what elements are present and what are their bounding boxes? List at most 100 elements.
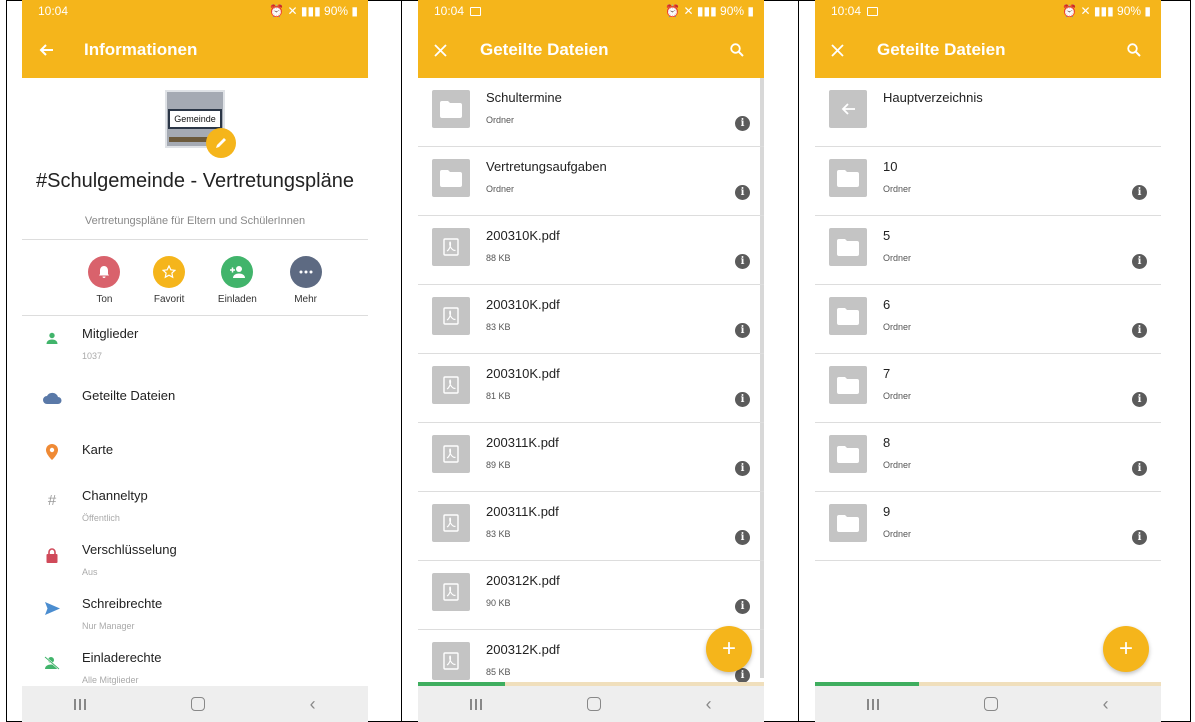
recents-icon[interactable] [867,698,880,710]
divider-1 [401,0,402,722]
folder-row[interactable]: 7 Ordner i [815,354,1161,423]
folder-row[interactable]: 10 Ordner i [815,147,1161,216]
file-name: 200311K.pdf [486,435,559,450]
back-icon[interactable]: ‹ [706,694,712,715]
send-icon [22,596,82,615]
phone-informationen: 10:04 ⏰ ✕ ▮▮▮ 90% ▮ Informationen Gemein… [22,0,368,722]
info-icon[interactable]: i [735,116,750,131]
info-icon[interactable]: i [735,323,750,338]
pdf-file-row[interactable]: 200311K.pdf 83 KB i [418,492,764,561]
page-title: Informationen [84,40,198,59]
row-karte[interactable]: Karte [22,424,368,478]
system-nav-bar: ‹ [418,686,764,722]
file-name: 200310K.pdf [486,297,560,312]
info-icon[interactable]: i [1132,530,1147,545]
add-file-button[interactable]: + [706,626,752,672]
pdf-file-row[interactable]: 200311K.pdf 89 KB i [418,423,764,492]
info-icon[interactable]: i [1132,185,1147,200]
search-icon[interactable] [726,39,748,61]
recents-icon[interactable] [74,698,87,710]
file-meta: 88 KB [486,253,511,263]
file-meta: 83 KB [486,529,511,539]
folder-icon [829,297,867,335]
add-person-icon [221,256,254,288]
folder-row[interactable]: Schultermine Ordner i [418,78,764,147]
pdf-file-row[interactable]: 200312K.pdf 90 KB i [418,561,764,630]
file-meta: 89 KB [486,460,511,470]
plus-icon: + [1118,635,1133,662]
info-icon[interactable]: i [735,392,750,407]
pdf-icon [432,504,470,542]
add-file-button[interactable]: + [1103,626,1149,672]
info-icon[interactable]: i [1132,461,1147,476]
einladen-button[interactable]: Einladen [218,256,257,305]
back-icon[interactable]: ‹ [310,694,316,715]
file-meta: Ordner [883,529,912,539]
favorit-label: Favorit [153,294,185,305]
hash-icon: # [47,492,57,509]
arrow-back-icon [829,90,867,128]
row-title: Schreibrechte [82,596,163,611]
folder-row[interactable]: 8 Ordner i [815,423,1161,492]
star-icon [153,256,186,288]
info-icon[interactable]: i [735,254,750,269]
favorit-button[interactable]: Favorit [153,256,186,305]
arrow-back-icon[interactable] [38,42,66,58]
mehr-button[interactable]: Mehr [289,256,322,305]
close-icon[interactable] [831,43,859,57]
parent-folder-row[interactable]: Hauptverzeichnis [815,78,1161,147]
row-subtitle: Alle Mitglieder [82,675,139,685]
ton-button[interactable]: Ton [88,256,121,305]
file-meta: Ordner [883,253,912,263]
recents-icon[interactable] [470,698,483,710]
pencil-icon [216,138,226,148]
row-verschluesselung[interactable]: Verschlüsselung Aus [22,532,368,586]
info-icon[interactable]: i [1132,323,1147,338]
folder-row[interactable]: 5 Ordner i [815,216,1161,285]
info-icon[interactable]: i [735,599,750,614]
info-icon[interactable]: i [1132,254,1147,269]
status-bar: 10:04 ⏰ ✕ ▮▮▮ 90% ▮ [418,0,764,22]
pdf-file-row[interactable]: 200310K.pdf 81 KB i [418,354,764,423]
edit-avatar-button[interactable] [206,128,236,158]
pdf-icon [432,435,470,473]
phone-geteilte-dateien-unterordner: 10:04 ⏰ ✕ ▮▮▮ 90% ▮ Geteilte Dateien Hau… [815,0,1161,722]
cloud-icon [22,380,82,404]
row-mitglieder[interactable]: Mitglieder 1037 [22,316,368,370]
folder-icon [829,159,867,197]
file-list: 10 Ordner i 5 Ordner i 6 Ordner i 7 Ordner i 8 Ordner… [815,147,1161,561]
person-icon [22,326,82,344]
home-icon[interactable] [586,697,601,711]
folder-icon [829,228,867,266]
file-name: Schultermine [486,90,562,105]
app-bar: Geteilte Dateien [418,22,764,78]
info-icon[interactable]: i [735,185,750,200]
row-channeltyp[interactable]: # Channeltyp Öffentlich [22,478,368,532]
more-icon [289,256,322,288]
home-icon[interactable] [983,697,998,711]
file-meta: Ordner [486,115,515,125]
home-icon[interactable] [190,697,205,711]
file-name: 8 [883,435,891,450]
info-icon[interactable]: i [735,461,750,476]
folder-row[interactable]: 6 Ordner i [815,285,1161,354]
row-schreibrechte[interactable]: Schreibrechte Nur Manager [22,586,368,640]
close-icon[interactable] [434,43,462,57]
folder-row[interactable]: 9 Ordner i [815,492,1161,561]
info-icon[interactable]: i [735,530,750,545]
pdf-icon [432,297,470,335]
folder-row[interactable]: Vertretungsaufgaben Ordner i [418,147,764,216]
info-icon[interactable]: i [1132,392,1147,407]
status-time: 10:04 [38,4,69,18]
pdf-file-row[interactable]: 200310K.pdf 88 KB i [418,216,764,285]
file-name: 10 [883,159,898,174]
row-geteilte-dateien[interactable]: Geteilte Dateien [22,370,368,424]
file-meta: 85 KB [486,667,511,677]
row-title: Mitglieder [82,326,139,341]
group-header: Gemeinde #Schulgemeinde - Vertretungsplä… [22,78,368,240]
back-icon[interactable]: ‹ [1103,694,1109,715]
search-icon[interactable] [1123,39,1145,61]
pdf-file-row[interactable]: 200310K.pdf 83 KB i [418,285,764,354]
page-title: Geteilte Dateien [480,40,609,59]
folder-icon [432,159,470,197]
